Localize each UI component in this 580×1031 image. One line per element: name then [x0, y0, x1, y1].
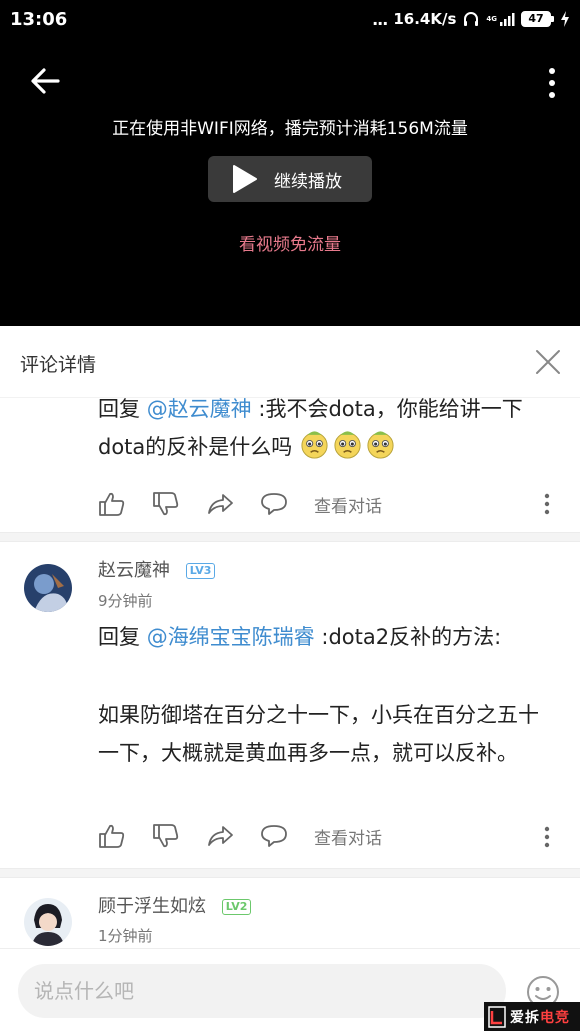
comment-icon[interactable] [260, 823, 288, 849]
comment-input[interactable] [18, 964, 506, 1018]
comment-header: 评论详情 [0, 326, 580, 398]
comment-list[interactable]: 回复 @赵云魔神 :我不会dota，你能给讲一下dota的反补是什么吗 查看对话… [0, 398, 580, 948]
signal-icon [500, 13, 515, 26]
comment-item: 赵云魔神 LV3 9分钟前 回复 @海绵宝宝陈瑞睿 :dota2反补的方法: 如… [0, 542, 580, 868]
comment-icon[interactable] [260, 491, 288, 517]
network-type-label: 4G [486, 14, 497, 23]
comment-text: 回复 @赵云魔神 :我不会dota，你能给讲一下dota的反补是什么吗 [98, 398, 558, 466]
like-icon[interactable] [98, 491, 126, 517]
free-data-link[interactable]: 看视频免流量 [0, 230, 580, 255]
watermark-logo: 爱拆电竞 [484, 1002, 580, 1031]
notification-dots: ... [372, 9, 388, 29]
watermark-icon [488, 1005, 506, 1028]
comment-user-name[interactable]: 顾于浮生如炫 LV2 [98, 892, 252, 918]
close-icon[interactable] [534, 348, 562, 376]
comment-user-name[interactable]: 赵云魔神 LV3 [98, 556, 216, 582]
mention-link[interactable]: @赵云魔神 [147, 398, 252, 421]
pleading-face-icon [367, 431, 394, 459]
battery-icon: 47 [521, 11, 554, 27]
comment-actions: 查看对话 [98, 486, 558, 522]
status-indicators: ... 16.4K/s 4G 47 [372, 8, 570, 30]
comment-item: 回复 @赵云魔神 :我不会dota，你能给讲一下dota的反补是什么吗 查看对话 [0, 398, 580, 535]
comment-text: 回复 @海绵宝宝陈瑞睿 :dota2反补的方法: [98, 618, 558, 656]
comment-panel-title: 评论详情 [20, 354, 97, 376]
status-time: 13:06 [10, 9, 68, 30]
back-arrow-icon[interactable] [28, 64, 62, 98]
avatar[interactable] [24, 898, 72, 946]
reply-prefix: 回复 [98, 398, 140, 421]
watermark-text: 爱拆电竞 [510, 1009, 570, 1026]
continue-play-label: 继续播放 [274, 171, 342, 192]
level-badge: LV3 [185, 563, 216, 579]
comment-more-icon[interactable] [544, 493, 550, 515]
pleading-face-icon [301, 431, 328, 459]
dislike-icon[interactable] [152, 823, 180, 849]
continue-play-button[interactable]: 继续播放 [208, 156, 372, 202]
status-bar: 13:06 ... 16.4K/s 4G 47 [0, 0, 580, 38]
comment-timestamp: 1分钟前 [98, 927, 153, 945]
comment-body: :dota2反补的方法: [321, 625, 502, 649]
like-icon[interactable] [98, 823, 126, 849]
comment-actions: 查看对话 [98, 818, 558, 854]
more-options-icon[interactable] [546, 66, 558, 100]
avatar[interactable] [24, 564, 72, 612]
battery-level: 47 [521, 11, 551, 27]
comment-timestamp: 9分钟前 [98, 592, 153, 610]
headphones-icon [464, 12, 479, 26]
view-conversation-link[interactable]: 查看对话 [314, 824, 382, 849]
pleading-face-icon [334, 431, 361, 459]
dislike-icon[interactable] [152, 491, 180, 517]
mention-link[interactable]: @海绵宝宝陈瑞睿 [147, 625, 315, 649]
comment-more-icon[interactable] [544, 826, 550, 848]
reply-prefix: 回复 [98, 625, 140, 649]
video-player-area: 13:06 ... 16.4K/s 4G 47 正在使用非WIFI网络，播完预计… [0, 0, 580, 326]
share-icon[interactable] [206, 491, 234, 517]
level-badge: LV2 [221, 899, 252, 915]
comment-input-bar: 爱拆电竞 [0, 948, 580, 1031]
view-conversation-link[interactable]: 查看对话 [314, 492, 382, 517]
share-icon[interactable] [206, 823, 234, 849]
charging-icon [561, 11, 569, 27]
network-warning-text: 正在使用非WIFI网络，播完预计消耗156M流量 [112, 119, 468, 139]
comment-separator [0, 868, 580, 878]
network-speed: 16.4K/s [393, 10, 457, 28]
play-icon [233, 165, 257, 193]
comment-separator [0, 532, 580, 542]
comment-item: 顾于浮生如炫 LV2 1分钟前 [0, 878, 580, 948]
comment-body-paragraph: 如果防御塔在百分之十一下，小兵在百分之五十一下，大概就是黄血再多一点，就可以反补… [98, 703, 539, 765]
